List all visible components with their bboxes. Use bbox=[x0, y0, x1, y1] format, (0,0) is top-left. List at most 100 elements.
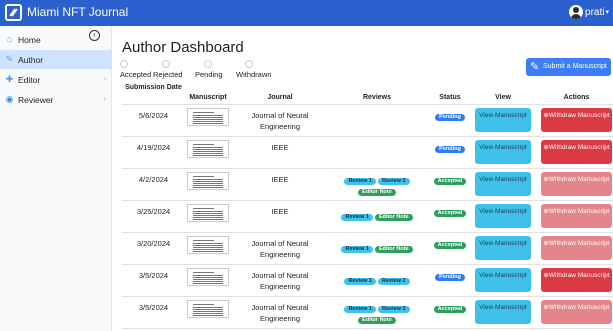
view-manuscript-button[interactable]: View Manuscript bbox=[475, 300, 531, 324]
avatar-icon bbox=[569, 5, 584, 19]
withdraw-manuscript-button[interactable]: ⊗Withdraw Manuscript bbox=[541, 300, 612, 324]
view-manuscript-button[interactable]: View Manuscript bbox=[475, 236, 531, 260]
review-badge[interactable]: Review 2 bbox=[378, 278, 410, 285]
manuscript-thumbnail[interactable] bbox=[187, 236, 229, 254]
filter-radio[interactable] bbox=[120, 60, 128, 68]
column-header: Submission Date bbox=[125, 84, 182, 91]
magic-wand-icon: ✎ bbox=[530, 61, 540, 73]
sidebar-item-label: Editor bbox=[18, 75, 41, 85]
submission-date: 4/2/2024 bbox=[138, 175, 169, 184]
table-row: 3/25/2024 IEEE Review 1 Editor Note Accepted… bbox=[122, 201, 613, 233]
withdraw-label: Withdraw Manuscript bbox=[548, 240, 610, 247]
view-manuscript-button[interactable]: View Manuscript bbox=[475, 172, 531, 196]
journal-logo-icon[interactable] bbox=[5, 4, 22, 21]
status-cell: Pending bbox=[432, 110, 468, 121]
withdraw-manuscript-button[interactable]: ⊗Withdraw Manuscript bbox=[541, 172, 612, 196]
column-header: View bbox=[495, 94, 511, 101]
column-header: Reviews bbox=[362, 94, 392, 101]
user-name: prati bbox=[585, 6, 605, 18]
status-badge: Accepted bbox=[433, 306, 467, 313]
submission-date: 3/25/2024 bbox=[136, 207, 171, 216]
journal-name: IEEE bbox=[271, 175, 289, 184]
reviews-cell: Review 1 Editor Note bbox=[337, 243, 417, 253]
withdraw-manuscript-button[interactable]: ⊗Withdraw Manuscript bbox=[541, 204, 612, 228]
withdraw-label: Withdraw Manuscript bbox=[548, 304, 610, 311]
filter-radio[interactable] bbox=[245, 60, 253, 68]
status-badge: Pending bbox=[435, 114, 465, 121]
status-badge: Accepted bbox=[433, 178, 467, 185]
sidebar-item-author[interactable]: ✎ Author bbox=[0, 50, 112, 69]
status-badge: Accepted bbox=[433, 242, 467, 249]
editor-note-badge[interactable]: Editor Note bbox=[374, 246, 413, 253]
app-title[interactable]: Miami NFT Journal bbox=[27, 5, 128, 19]
table-header: Submission Date Manuscript Journal Reviews S… bbox=[122, 83, 613, 105]
column-header: Manuscript bbox=[189, 94, 227, 101]
view-manuscript-button[interactable]: View Manuscript bbox=[475, 140, 531, 164]
withdraw-manuscript-button[interactable]: ⊗Withdraw Manuscript bbox=[541, 236, 612, 260]
reviews-cell: Review 1 Review 2 bbox=[337, 275, 417, 285]
submit-manuscript-label: Submit a Manuscript bbox=[543, 63, 607, 70]
manuscript-thumbnail[interactable] bbox=[187, 140, 229, 158]
review-badge[interactable]: Review 2 bbox=[378, 306, 410, 313]
editor-note-badge[interactable]: Editor Note bbox=[374, 214, 413, 221]
sidebar-item-label: Reviewer bbox=[18, 95, 54, 105]
journal-name: IEEE bbox=[271, 207, 289, 216]
edit-icon: ✎ bbox=[5, 54, 14, 64]
journal-name: Journal of Neural Engineering bbox=[251, 239, 309, 259]
home-icon: ⌂ bbox=[6, 34, 13, 44]
reviews-cell: Review 1 Review 2 Editor Note bbox=[337, 303, 417, 324]
page-title: Author Dashboard bbox=[122, 39, 244, 56]
reviewer-icon: ◉ bbox=[5, 94, 14, 104]
filter-label: Accepted bbox=[120, 70, 152, 79]
sidebar-item-label: Author bbox=[18, 55, 44, 65]
filter-label: Withdrawn bbox=[236, 70, 272, 79]
review-badge[interactable]: Review 1 bbox=[344, 306, 376, 313]
view-manuscript-button[interactable]: View Manuscript bbox=[475, 268, 531, 292]
review-badge[interactable]: Review 1 bbox=[344, 278, 376, 285]
sidebar-item-home[interactable]: ⌂ Home bbox=[0, 30, 112, 49]
status-cell: Pending bbox=[432, 142, 468, 153]
sidebar-item-reviewer[interactable]: ◉ Reviewer › bbox=[0, 90, 112, 109]
sidebar: ‹ ⌂ Home ✎ Author ✚ Editor › ◉ Reviewer › bbox=[0, 26, 112, 331]
view-manuscript-button[interactable]: View Manuscript bbox=[475, 108, 531, 132]
filter-radio[interactable] bbox=[204, 60, 212, 68]
filter-label: Rejected bbox=[153, 70, 183, 79]
manuscript-thumbnail[interactable] bbox=[187, 268, 229, 286]
sidebar-item-editor[interactable]: ✚ Editor › bbox=[0, 70, 112, 89]
table-row: 4/2/2024 IEEE Review 1 Review 2 Editor Note A… bbox=[122, 169, 613, 201]
status-cell: Accepted bbox=[432, 174, 468, 185]
review-badge[interactable]: Review 2 bbox=[378, 178, 410, 185]
review-badge[interactable]: Review 1 bbox=[341, 214, 373, 221]
manuscript-thumbnail[interactable] bbox=[187, 204, 229, 222]
view-manuscript-button[interactable]: View Manuscript bbox=[475, 204, 531, 228]
status-cell: Accepted bbox=[432, 206, 468, 217]
status-cell: Accepted bbox=[432, 302, 468, 313]
journal-name: Journal of Neural Engineering bbox=[251, 111, 309, 131]
editor-note-badge[interactable]: Editor Note bbox=[358, 189, 396, 196]
withdraw-manuscript-button[interactable]: ⊗Withdraw Manuscript bbox=[541, 140, 612, 164]
main-content: Author Dashboard ✎ Submit a Manuscript A… bbox=[112, 26, 613, 331]
withdraw-manuscript-button[interactable]: ⊗Withdraw Manuscript bbox=[541, 268, 612, 292]
filter-radio[interactable] bbox=[162, 60, 170, 68]
user-menu[interactable]: prati ▾ bbox=[569, 5, 609, 19]
withdraw-manuscript-button[interactable]: ⊗Withdraw Manuscript bbox=[541, 108, 612, 132]
review-badge[interactable]: Review 1 bbox=[341, 246, 373, 253]
manuscript-thumbnail[interactable] bbox=[187, 108, 229, 126]
status-badge: Pending bbox=[435, 274, 465, 281]
table-row: 3/20/2024 Journal of Neural Engineering Re… bbox=[122, 233, 613, 265]
manuscript-thumbnail[interactable] bbox=[187, 172, 229, 190]
review-badge[interactable]: Review 1 bbox=[344, 178, 376, 185]
manuscripts-table: Submission Date Manuscript Journal Reviews S… bbox=[122, 83, 613, 329]
editor-icon: ✚ bbox=[5, 74, 14, 84]
submit-manuscript-button[interactable]: ✎ Submit a Manuscript bbox=[526, 58, 611, 76]
table-row: 4/19/2024 IEEE Pending View Manuscript ⊗With… bbox=[122, 137, 613, 169]
filter-label: Pending bbox=[195, 70, 223, 79]
column-header: Journal bbox=[267, 94, 293, 101]
chevron-right-icon: › bbox=[103, 76, 106, 83]
journal-name: Journal of Neural Engineering bbox=[251, 303, 309, 323]
editor-note-badge[interactable]: Editor Note bbox=[358, 317, 396, 324]
table-row: 3/5/2024 Journal of Neural Engineering Rev… bbox=[122, 265, 613, 297]
manuscript-thumbnail[interactable] bbox=[187, 300, 229, 318]
submission-date: 3/20/2024 bbox=[136, 239, 171, 248]
table-row: 3/5/2024 Journal of Neural Engineering Rev… bbox=[122, 297, 613, 329]
